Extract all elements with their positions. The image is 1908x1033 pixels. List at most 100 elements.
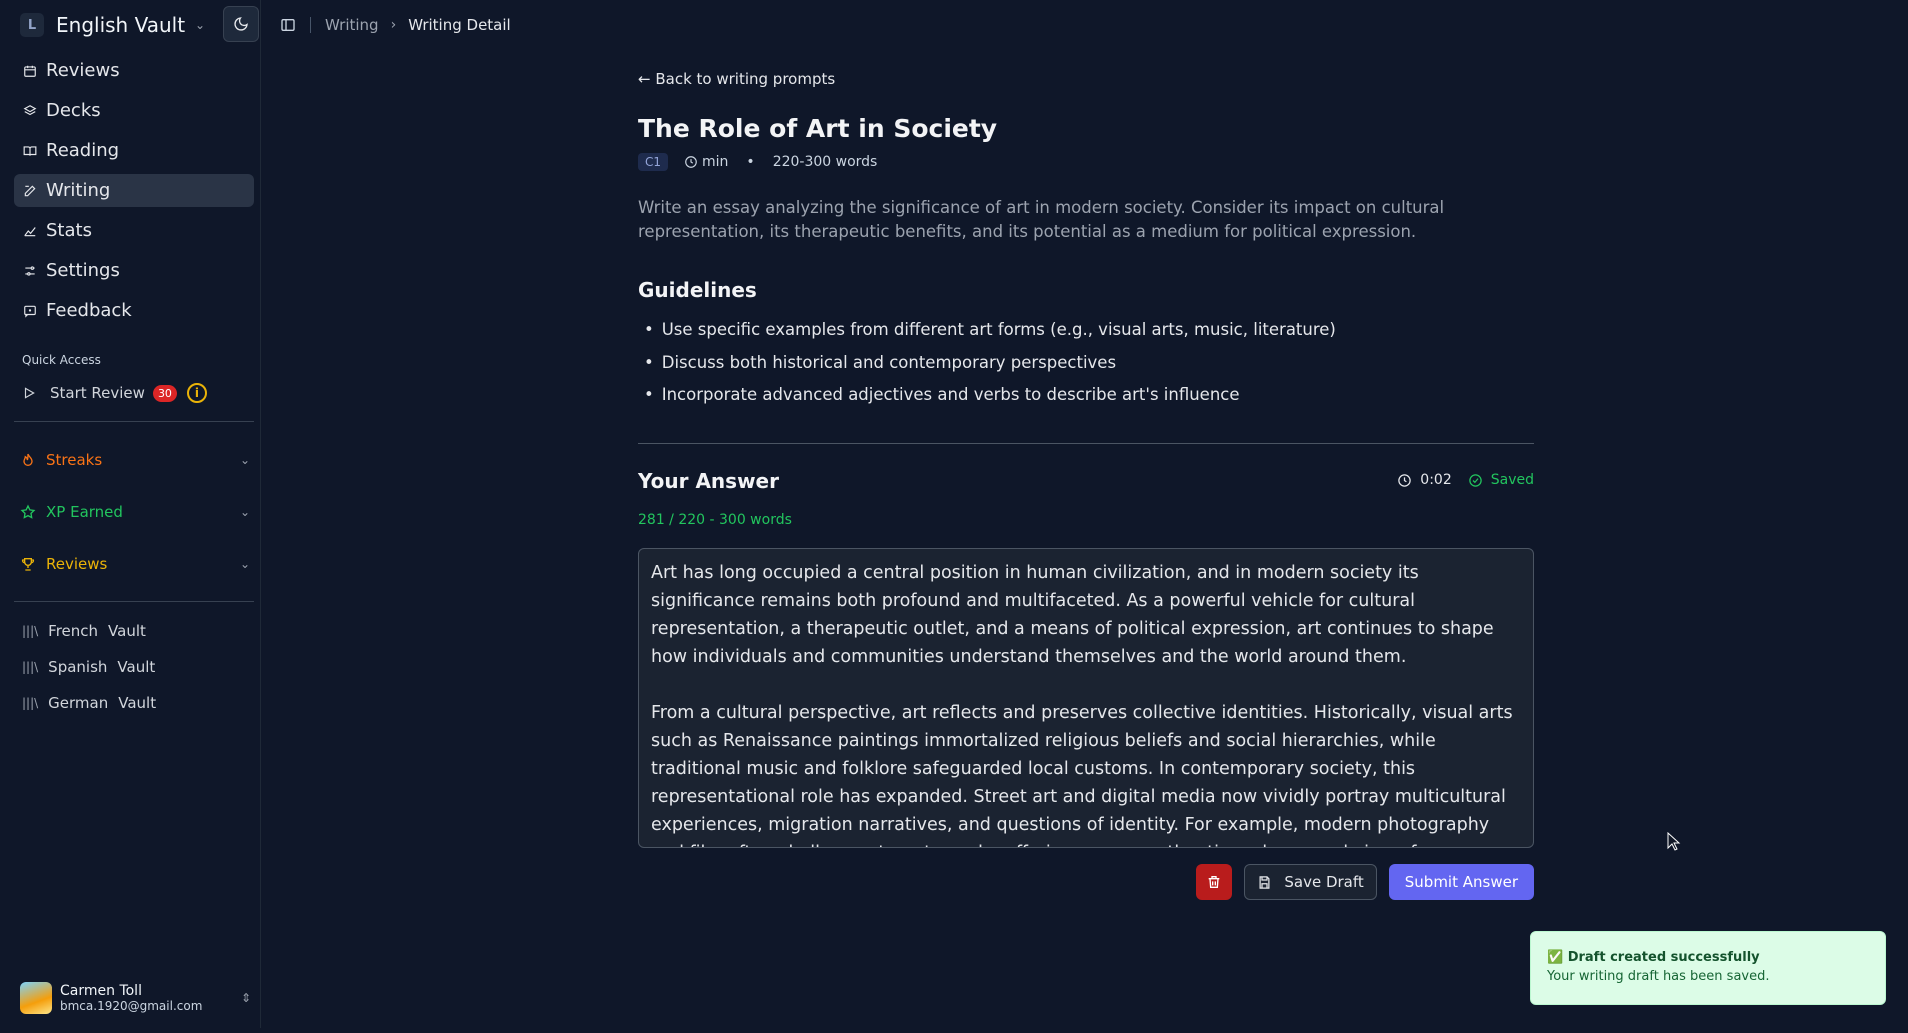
xp-label: XP Earned [46, 503, 123, 521]
guideline-item: Incorporate advanced adjectives and verb… [638, 385, 1336, 418]
level-badge: C1 [638, 153, 669, 171]
nav-label: Settings [46, 260, 120, 281]
nav-item-reviews[interactable]: Reviews [14, 54, 254, 87]
vault-link-french[interactable]: |||\ French Vault [22, 619, 242, 643]
guideline-item: Discuss both historical and contemporary… [638, 353, 1336, 386]
library-icon: |||\ [22, 624, 39, 638]
meta-separator: • [746, 154, 755, 170]
workspace-avatar: L [20, 13, 44, 37]
chevron-down-icon: ⌄ [239, 557, 250, 571]
streaks-label: Streaks [46, 451, 103, 469]
book-icon [22, 143, 38, 159]
nav-item-settings[interactable]: Settings [14, 254, 254, 287]
answer-actions: Save Draft Submit Answer [1196, 864, 1534, 900]
nav-label: Reviews [46, 60, 120, 81]
guidelines-list: Use specific examples from different art… [638, 320, 1336, 418]
start-review-label: Start Review [50, 384, 145, 402]
topbar: Writing › Writing Detail [280, 14, 511, 36]
section-divider [638, 443, 1534, 444]
sidebar-toggle-icon[interactable] [280, 17, 296, 33]
review-count-badge: 30 [152, 384, 177, 402]
vault-suffix: Vault [108, 622, 146, 640]
xp-collapsible[interactable]: XP Earned ⌄ [14, 497, 254, 527]
trophy-icon [21, 558, 35, 571]
answer-status: 0:02 Saved [1397, 472, 1534, 488]
nav-label: Reading [46, 140, 120, 161]
timer-value: 0:02 [1420, 472, 1452, 488]
time-estimate: min [702, 154, 729, 170]
chevron-right-icon: › [390, 17, 397, 33]
save-icon [1259, 875, 1270, 889]
guidelines-heading: Guidelines [638, 278, 757, 302]
main-nav: Reviews Decks Reading Writing Stats Sett… [14, 54, 254, 334]
saved-indicator: Saved [1468, 472, 1534, 488]
toast-message: Your writing draft has been saved. [1547, 969, 1770, 984]
breadcrumb-writing[interactable]: Writing [325, 16, 379, 34]
chevron-down-icon: ⌄ [239, 505, 250, 519]
sidebar-divider [14, 601, 254, 602]
layers-icon [22, 103, 38, 119]
answer-heading: Your Answer [638, 469, 779, 493]
calendar-icon [22, 63, 38, 79]
reviews-label: Reviews [46, 555, 108, 573]
delete-draft-button[interactable] [1196, 864, 1233, 900]
mouse-cursor-icon [1667, 832, 1681, 851]
user-menu[interactable]: Carmen Toll bmca.1920@gmail.com ⇕ [20, 978, 255, 1018]
chevron-down-icon: ⌄ [239, 453, 250, 467]
nav-label: Decks [46, 100, 101, 121]
word-count: 281 / 220 - 300 words [638, 512, 792, 528]
toast-title: ✅ Draft created successfully [1547, 950, 1760, 965]
page-title: The Role of Art in Society [638, 114, 998, 143]
vault-lang: German [48, 694, 109, 712]
theme-toggle-button[interactable] [223, 6, 259, 42]
prompt-meta: C1 min • 220-300 words [638, 153, 877, 171]
timer: 0:02 [1397, 472, 1452, 488]
info-icon[interactable]: i [186, 383, 207, 403]
toast-notification[interactable]: ✅ Draft created successfully Your writin… [1530, 931, 1886, 1005]
sidebar-divider [14, 421, 254, 422]
nav-item-reading[interactable]: Reading [14, 134, 254, 167]
nav-item-writing[interactable]: Writing [14, 174, 254, 207]
user-name: Carmen Toll [60, 983, 142, 999]
flame-icon [23, 453, 33, 466]
avatar [20, 982, 52, 1014]
vault-link-german[interactable]: |||\ German Vault [22, 691, 242, 715]
sidebar: L English Vault ⌄ Reviews Decks Reading … [6, 0, 261, 1028]
sliders-icon [22, 263, 38, 279]
quick-access-label: Quick Access [22, 353, 101, 367]
nav-item-stats[interactable]: Stats [14, 214, 254, 247]
save-draft-label: Save Draft [1284, 873, 1364, 891]
back-link[interactable]: ← Back to writing prompts [638, 70, 835, 88]
workspace-switcher[interactable]: L English Vault ⌄ [20, 10, 250, 40]
app-root: L English Vault ⌄ Reviews Decks Reading … [0, 0, 1908, 1033]
answer-textarea[interactable]: Art has long occupied a central position… [638, 548, 1534, 848]
reviews-collapsible[interactable]: Reviews ⌄ [14, 549, 254, 579]
start-review-button[interactable]: Start Review 30 i [22, 380, 252, 406]
streaks-collapsible[interactable]: Streaks ⌄ [14, 445, 254, 475]
saved-label: Saved [1490, 472, 1534, 488]
vault-suffix: Vault [118, 694, 157, 712]
nav-label: Writing [46, 180, 111, 201]
edit-icon [22, 183, 38, 199]
nav-item-feedback[interactable]: Feedback [14, 294, 254, 327]
nav-label: Feedback [46, 300, 132, 321]
save-draft-button[interactable]: Save Draft [1244, 864, 1377, 900]
clock-icon [1398, 473, 1412, 487]
prompt-description: Write an essay analyzing the significanc… [638, 198, 1445, 241]
breadcrumb-current: Writing Detail [408, 16, 511, 34]
clock-icon [685, 156, 697, 168]
nav-item-decks[interactable]: Decks [14, 94, 254, 127]
workspace-name: English Vault [56, 13, 186, 37]
check-circle-icon [1468, 473, 1482, 487]
topbar-separator [310, 17, 311, 33]
vault-suffix: Vault [117, 658, 156, 676]
submit-answer-button[interactable]: Submit Answer [1388, 864, 1534, 900]
vault-lang: Spanish [48, 658, 108, 676]
nav-label: Stats [46, 220, 92, 241]
chart-icon [22, 223, 38, 239]
breadcrumb: Writing › Writing Detail [325, 16, 511, 34]
guideline-item: Use specific examples from different art… [638, 320, 1336, 353]
moon-icon [234, 17, 248, 31]
chevron-down-icon: ⌄ [195, 18, 206, 32]
vault-link-spanish[interactable]: |||\ Spanish Vault [22, 655, 242, 679]
